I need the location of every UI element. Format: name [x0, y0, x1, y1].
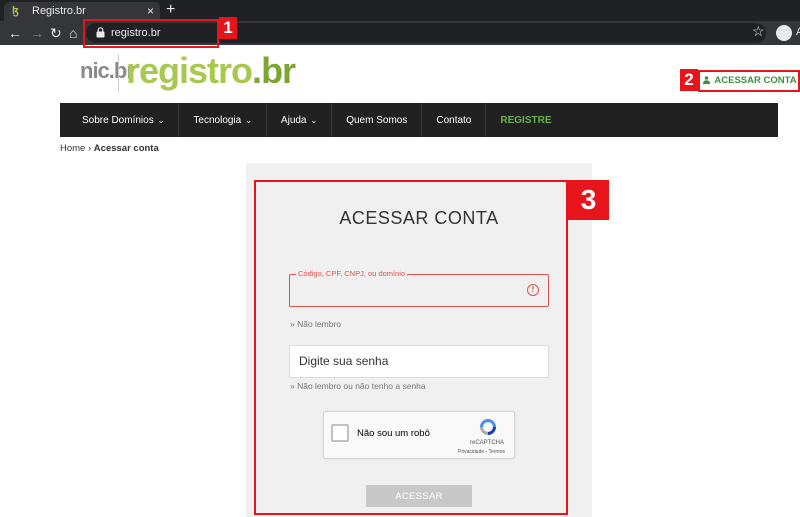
- bookmark-star-icon[interactable]: ☆: [752, 22, 765, 40]
- annotation-box-1: [83, 19, 219, 48]
- chevron-down-icon: ⌄: [157, 115, 165, 125]
- nav-label: REGISTRE: [500, 114, 552, 126]
- nav-item-tecnologia[interactable]: Tecnologia ⌄: [179, 103, 267, 137]
- main-nav: Sobre Domínios ⌄ Tecnologia ⌄ Ajuda ⌄ Qu…: [60, 103, 778, 137]
- registro-favicon-icon: ɮ: [12, 5, 19, 17]
- profile-initial: A: [796, 26, 800, 38]
- logo-divider: [118, 54, 119, 92]
- breadcrumb-separator: ›: [87, 143, 92, 154]
- annotation-box-2: [698, 70, 800, 92]
- nav-label: Tecnologia: [193, 114, 242, 126]
- tab-close-icon[interactable]: ×: [147, 4, 154, 18]
- forward-arrow-icon[interactable]: →: [30, 24, 44, 42]
- annotation-number-2: 2: [680, 69, 698, 91]
- back-arrow-icon[interactable]: ←: [8, 24, 22, 42]
- nav-label: Contato: [436, 114, 472, 126]
- nav-item-registre[interactable]: REGISTRE: [486, 103, 565, 137]
- nav-item-sobre-dominios[interactable]: Sobre Domínios ⌄: [60, 103, 180, 137]
- nav-item-quem-somos[interactable]: Quem Somos: [332, 103, 423, 137]
- breadcrumb: Home › Acessar conta: [60, 143, 159, 154]
- breadcrumb-home[interactable]: Home: [60, 143, 85, 154]
- annotation-number-3: 3: [568, 180, 609, 220]
- reload-icon[interactable]: ↻: [50, 24, 62, 42]
- annotation-box-3: [254, 180, 568, 515]
- nav-label: Quem Somos: [346, 114, 408, 126]
- chevron-down-icon: ⌄: [245, 115, 252, 125]
- profile-avatar-icon[interactable]: [776, 25, 792, 41]
- nav-item-contato[interactable]: Contato: [422, 103, 487, 137]
- nav-label: Ajuda: [280, 114, 307, 126]
- nav-item-ajuda[interactable]: Ajuda ⌄: [267, 103, 333, 137]
- logo-registro-text: registro.br: [126, 50, 296, 91]
- chevron-down-icon: ⌄: [310, 115, 318, 125]
- annotation-number-1: 1: [219, 17, 237, 39]
- breadcrumb-current: Acessar conta: [93, 143, 159, 154]
- home-icon[interactable]: ⌂: [69, 24, 77, 42]
- new-tab-button[interactable]: +: [166, 2, 175, 18]
- tab-title: Registro.br: [32, 5, 86, 17]
- browser-tab-bar: ɮ Registro.br × +: [0, 0, 800, 21]
- nav-label: Sobre Domínios: [82, 114, 154, 126]
